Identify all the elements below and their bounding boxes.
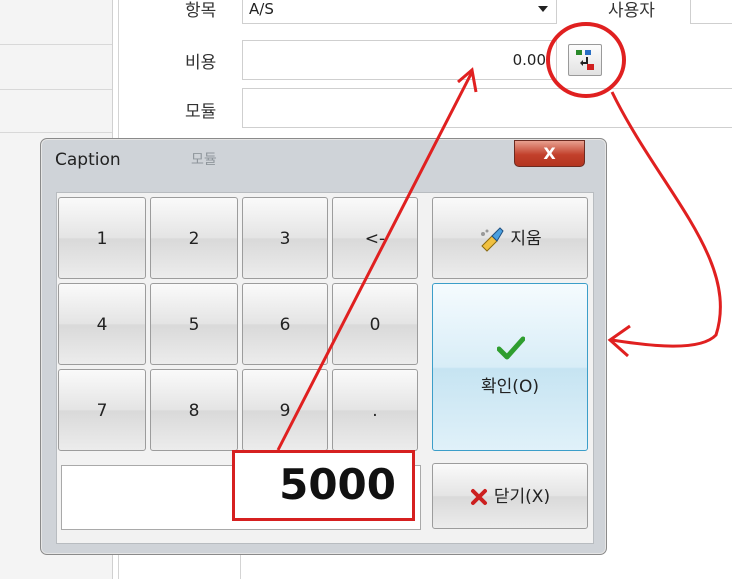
confirm-button[interactable]: 확인(O) (432, 283, 588, 451)
annotation-arrowhead (607, 324, 631, 358)
cost-value: 0.00 (512, 51, 546, 69)
dialog-titlebar[interactable]: Caption 모듈 X (41, 139, 606, 183)
item-combobox-value: A/S (249, 0, 274, 18)
key-0[interactable]: 0 (332, 283, 418, 365)
key-7-label: 7 (96, 401, 108, 421)
window-close-button[interactable]: X (514, 140, 585, 167)
item-label: 항목 (185, 1, 217, 21)
confirm-button-label: 확인(O) (481, 377, 539, 397)
key-decimal-label: . (372, 401, 378, 421)
key-4-label: 4 (96, 315, 108, 335)
key-6[interactable]: 6 (242, 283, 328, 365)
close-dialog-button[interactable]: 닫기(X) (432, 463, 588, 529)
key-6-label: 6 (279, 315, 291, 335)
key-0-label: 0 (369, 315, 381, 335)
chevron-down-icon[interactable] (538, 6, 548, 12)
eraser-icon (481, 227, 504, 252)
key-9-label: 9 (279, 401, 291, 421)
key-5-label: 5 (188, 315, 200, 335)
key-1-label: 1 (96, 229, 108, 249)
dialog-title-faded: 모듈 (191, 152, 217, 168)
item-combobox[interactable]: A/S (242, 0, 557, 24)
key-2[interactable]: 2 (150, 197, 238, 279)
module-label: 모듈 (185, 102, 217, 122)
key-decimal[interactable]: . (332, 369, 418, 451)
key-8-label: 8 (188, 401, 200, 421)
amount-display-value: 5000 (232, 450, 415, 521)
key-4[interactable]: 4 (58, 283, 146, 365)
calculator-picker-icon (576, 50, 594, 70)
key-3[interactable]: 3 (242, 197, 328, 279)
close-icon: X (543, 144, 556, 163)
close-dialog-button-label: 닫기(X) (493, 487, 551, 507)
checkmark-icon (497, 336, 525, 360)
cost-label: 비용 (185, 53, 217, 73)
key-9[interactable]: 9 (242, 369, 328, 451)
cost-field[interactable]: 0.00 (242, 40, 557, 80)
x-mark-icon (470, 489, 487, 505)
annotation-arrow-curve (610, 91, 722, 348)
left-panel-divider (0, 89, 112, 90)
module-field[interactable] (242, 88, 732, 128)
calculator-picker-button[interactable] (568, 44, 602, 76)
dialog-title: Caption (55, 150, 121, 170)
key-3-label: 3 (279, 229, 291, 249)
key-2-label: 2 (188, 229, 200, 249)
key-8[interactable]: 8 (150, 369, 238, 451)
clear-button[interactable]: 지움 (432, 197, 588, 279)
key-5[interactable]: 5 (150, 283, 238, 365)
user-field[interactable] (690, 0, 732, 24)
user-label: 사용자 (608, 1, 655, 21)
left-panel-divider (0, 132, 112, 133)
key-1[interactable]: 1 (58, 197, 146, 279)
key-backspace[interactable]: <- (332, 197, 418, 279)
clear-button-label: 지움 (510, 229, 542, 249)
key-7[interactable]: 7 (58, 369, 146, 451)
key-backspace-label: <- (364, 229, 386, 249)
left-panel-divider (0, 44, 112, 45)
